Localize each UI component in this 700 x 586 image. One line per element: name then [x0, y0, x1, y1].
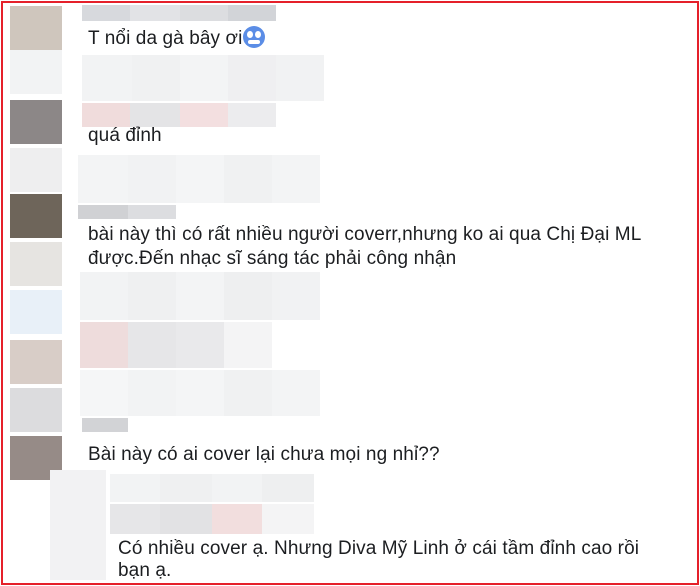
commenter-name-pixelated[interactable]: [78, 205, 176, 219]
reply-text-line1: Có nhiều cover ạ. Nhưng Diva Mỹ Linh ở c…: [118, 538, 640, 559]
comment-text: quá đỉnh: [88, 125, 162, 146]
avatar[interactable]: [10, 388, 62, 432]
hidden-comment-pixelated: [80, 272, 320, 320]
commenter-name-pixelated[interactable]: [82, 5, 276, 21]
cold-face-emoji-icon: [243, 26, 266, 48]
avatar[interactable]: [10, 194, 62, 238]
hidden-reactions-pixelated: [80, 322, 272, 368]
avatar[interactable]: [10, 340, 62, 384]
comment-text: Bài này có ai cover lại chưa mọi ng nhỉ?…: [88, 444, 440, 465]
avatar[interactable]: [10, 100, 62, 144]
avatar[interactable]: [10, 50, 62, 94]
hidden-comment-pixelated: [80, 370, 320, 416]
comment-text-line2: được.Đến nhạc sĩ sáng tác phải công nhận: [88, 248, 457, 269]
commenter-name-pixelated[interactable]: [82, 418, 128, 432]
hidden-reactions-pixelated: [110, 504, 314, 534]
avatar[interactable]: [10, 290, 62, 334]
avatar[interactable]: [50, 470, 106, 580]
comment-text: T nổi da gà bây ơi: [88, 26, 266, 52]
avatar[interactable]: [10, 6, 62, 50]
commenter-name-pixelated[interactable]: [110, 474, 314, 502]
hidden-comment-pixelated: [82, 55, 324, 101]
avatar[interactable]: [10, 242, 62, 286]
avatar[interactable]: [10, 148, 62, 192]
reply-text-line2: bạn ạ.: [118, 560, 172, 581]
comment-text-line1: bài này thì có rất nhiều người coverr,nh…: [88, 224, 642, 245]
hidden-comment-pixelated: [78, 155, 320, 203]
